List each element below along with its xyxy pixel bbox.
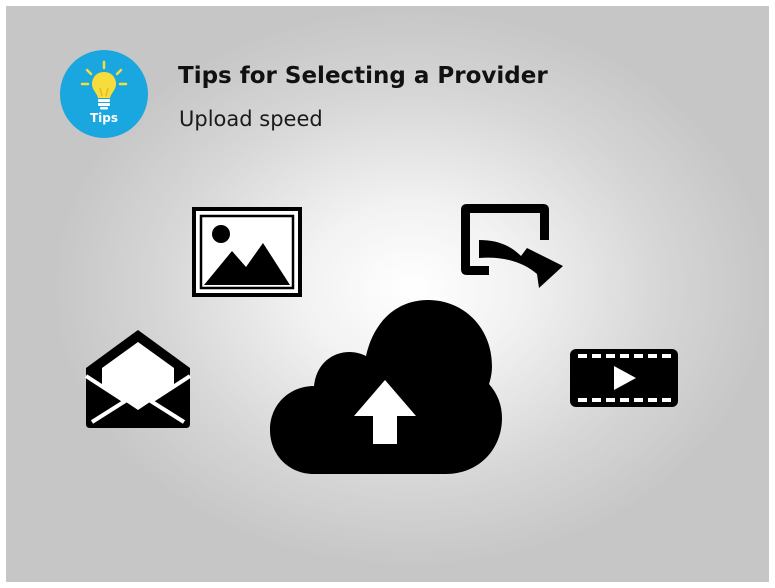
video-icon [570, 349, 678, 407]
envelope-icon [84, 330, 192, 428]
tips-badge-label: Tips [89, 111, 119, 125]
cloud-upload-icon [270, 300, 502, 474]
slide-title: Tips for Selecting a Provider [178, 63, 548, 89]
share-screen-icon [461, 204, 563, 288]
image-icon [192, 207, 302, 297]
slide-subtitle: Upload speed [179, 107, 323, 131]
slide: Tips Tips for Selecting a Provider Uploa… [6, 6, 769, 582]
tips-badge: Tips [60, 50, 148, 138]
